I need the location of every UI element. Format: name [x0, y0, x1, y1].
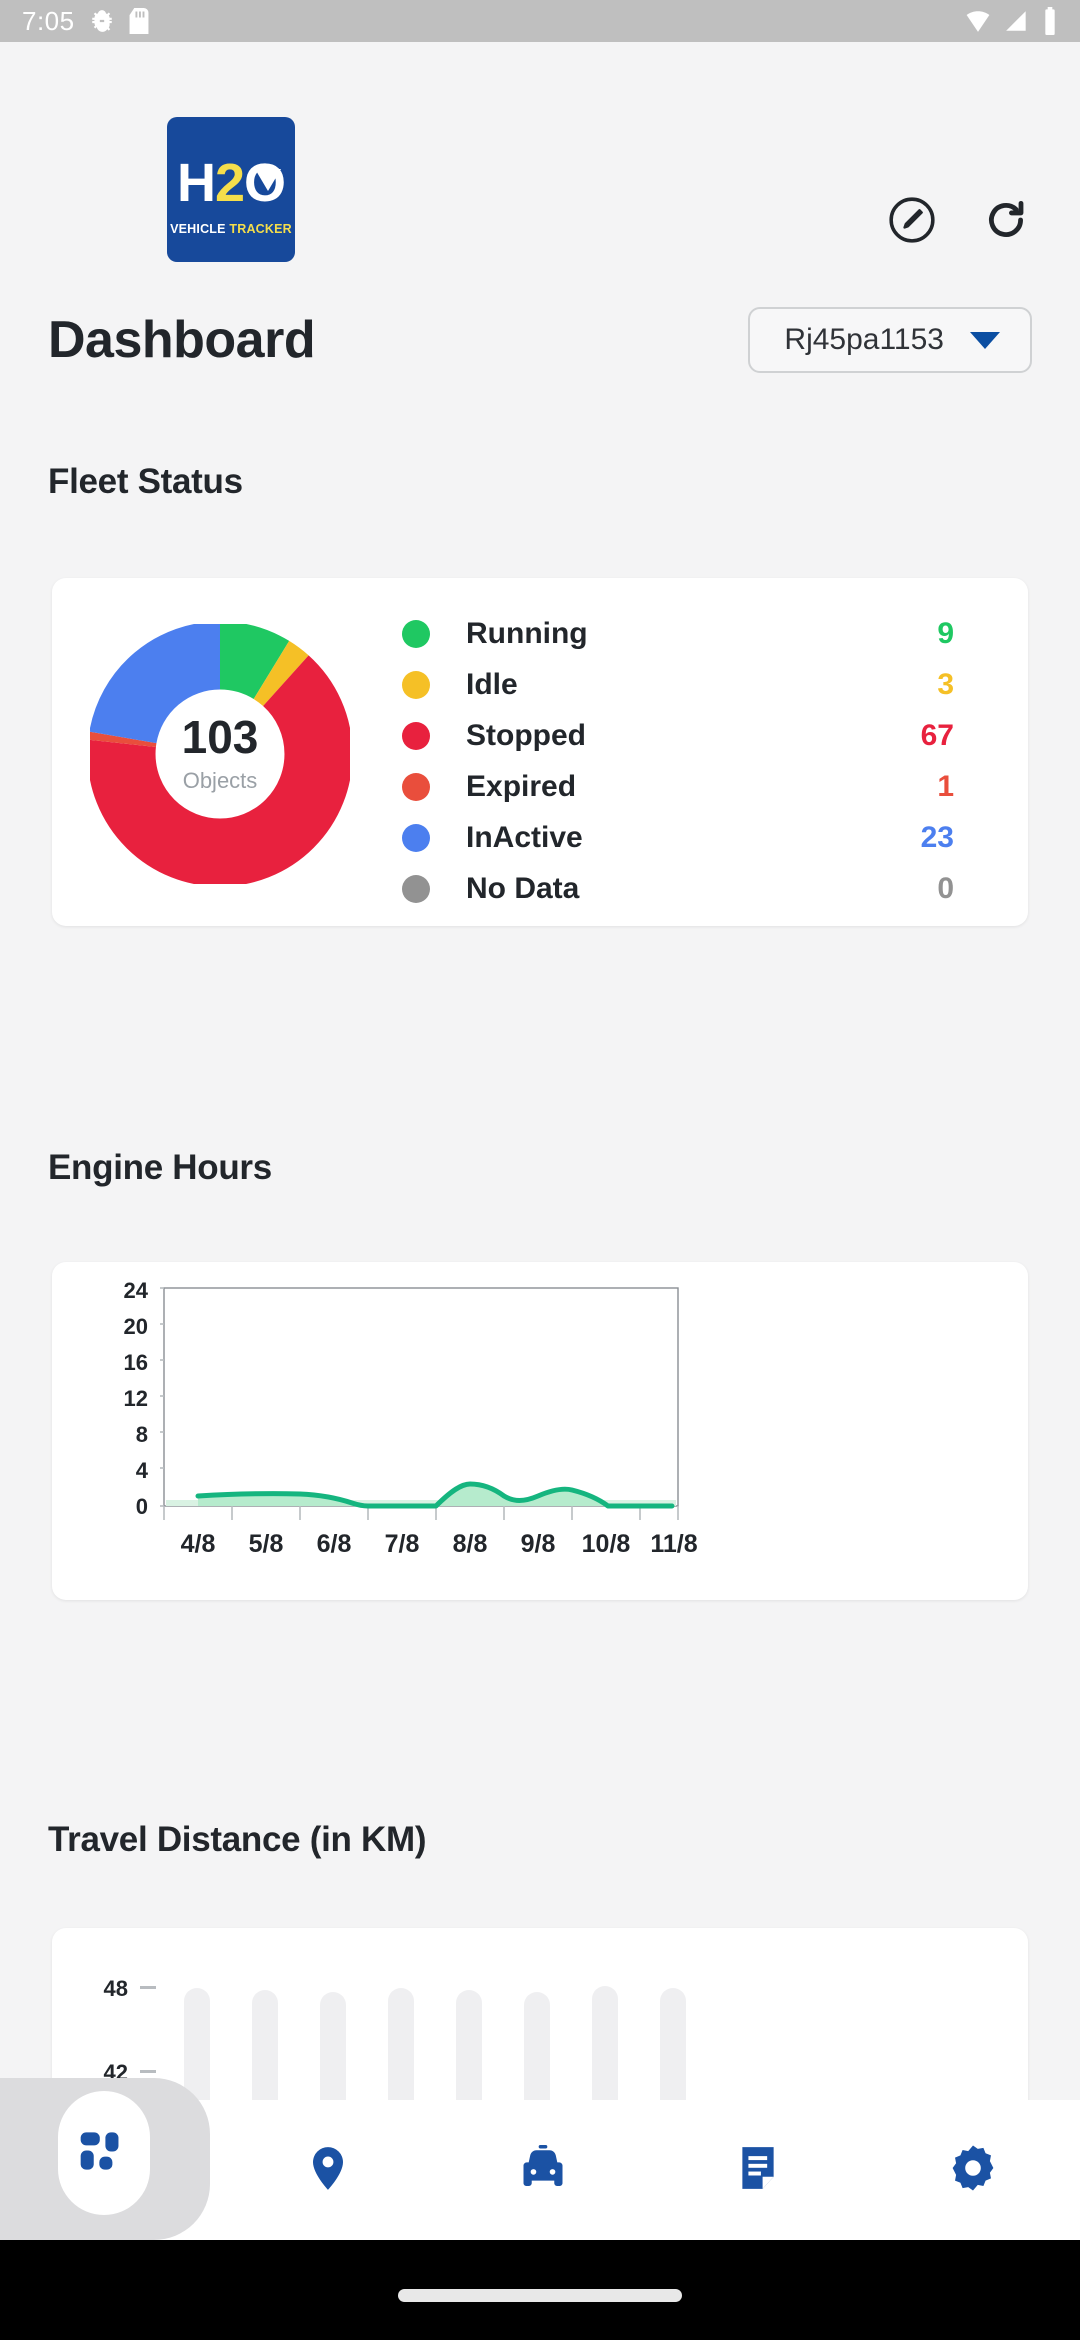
bottom-nav-item-reports[interactable] — [650, 2100, 865, 2240]
travel-tick-mark-42 — [140, 2070, 156, 2073]
status-dot-idle — [402, 670, 430, 699]
bottom-nav-item-settings[interactable] — [865, 2100, 1080, 2240]
bottom-nav-item-vehicles[interactable] — [435, 2100, 650, 2240]
logo-tagline: VEHICLE TRACKER — [167, 222, 295, 236]
legend-value-running: 9 — [937, 616, 954, 650]
settings-gear-icon — [947, 2142, 999, 2199]
fleet-status-card: 103 Objects Running 9 Idle 3 Stopped 67 — [52, 578, 1028, 926]
legend-label-no-data: No Data — [466, 871, 580, 905]
legend-label-idle: Idle — [466, 667, 518, 701]
sd-card-icon — [129, 8, 149, 34]
signal-icon — [1004, 8, 1030, 34]
h2o-vehicle-tracker-logo: H2O VEHICLE TRACKER — [167, 117, 295, 262]
header-actions — [886, 194, 1032, 246]
phone-screen: 7:05 H2O VEHICLE TRACKER Dashboard Rj45p… — [0, 0, 1080, 2340]
fleet-status-legend: Running 9 Idle 3 Stopped 67 Expired 1 In… — [402, 608, 1002, 914]
travel-tick-mark-48 — [140, 1986, 156, 1989]
status-dot-expired — [402, 772, 430, 801]
logo-letter-2: 2 — [214, 153, 245, 213]
vehicle-selector-dropdown[interactable]: Rj45pa1153 — [748, 307, 1032, 373]
section-title-fleet-status: Fleet Status — [48, 462, 243, 501]
legend-value-idle: 3 — [937, 667, 954, 701]
legend-label-expired: Expired — [466, 769, 577, 803]
engine-xtick-11-8: 11/8 — [650, 1530, 698, 1558]
legend-row-expired[interactable]: Expired 1 — [402, 761, 1002, 812]
legend-value-stopped: 67 — [920, 718, 954, 752]
legend-row-idle[interactable]: Idle 3 — [402, 659, 1002, 710]
donut-slice-inactive — [87, 621, 353, 887]
vehicle-selector-value: Rj45pa1153 — [784, 323, 944, 356]
legend-value-expired: 1 — [937, 769, 954, 803]
legend-row-stopped[interactable]: Stopped 67 — [402, 710, 1002, 761]
legend-row-running[interactable]: Running 9 — [402, 608, 1002, 659]
status-dot-inactive — [402, 823, 430, 852]
logo-map-pin-icon — [255, 169, 281, 191]
report-document-icon — [733, 2143, 783, 2198]
legend-label-inactive: InActive — [466, 820, 583, 854]
battery-icon — [1042, 7, 1058, 35]
travel-ytick-48: 48 — [103, 1976, 128, 2001]
bottom-nav-items — [220, 2100, 1080, 2240]
fleet-status-donut-chart: 103 Objects — [87, 621, 353, 887]
legend-value-no-data: 0 — [937, 871, 954, 905]
wifi-icon — [964, 8, 992, 34]
engine-hours-card: 24 20 16 12 8 4 0 4/8 5/8 6/8 7/8 8/8 9/… — [52, 1262, 1028, 1600]
page-title-row: Dashboard Rj45pa1153 — [0, 300, 1080, 380]
status-bar-left: 7:05 — [22, 6, 149, 37]
status-bar-clock: 7:05 — [22, 5, 75, 36]
app-header: H2O VEHICLE TRACKER — [0, 42, 1080, 272]
bottom-nav-item-dashboard[interactable] — [58, 2091, 150, 2215]
legend-value-inactive: 23 — [920, 820, 954, 854]
legend-label-stopped: Stopped — [466, 718, 586, 752]
car-icon — [517, 2142, 569, 2199]
edit-pencil-circle-icon[interactable] — [886, 194, 938, 246]
bottom-nav-item-map[interactable] — [220, 2100, 435, 2240]
page-title: Dashboard — [48, 311, 316, 369]
legend-row-no-data[interactable]: No Data 0 — [402, 863, 1002, 914]
system-gesture-area — [0, 2240, 1080, 2340]
chevron-down-icon — [970, 331, 1000, 349]
status-bar: 7:05 — [0, 0, 1080, 42]
logo-tagline-tracker: TRACKER — [229, 222, 292, 236]
logo-tagline-vehicle: VEHICLE — [170, 222, 226, 236]
section-title-engine-hours: Engine Hours — [48, 1148, 272, 1187]
legend-row-inactive[interactable]: InActive 23 — [402, 812, 1002, 863]
refresh-icon[interactable] — [980, 194, 1032, 246]
home-gesture-bar[interactable] — [398, 2289, 682, 2302]
status-dot-no-data — [402, 874, 430, 903]
logo-letter-h: H — [176, 153, 216, 213]
location-pin-icon — [303, 2143, 353, 2198]
status-dot-running — [402, 619, 430, 648]
engine-hours-chart: 24 20 16 12 8 4 0 4/8 5/8 6/8 7/8 8/8 9/… — [52, 1262, 1028, 1600]
dashboard-grid-icon — [76, 2123, 132, 2184]
bug-icon — [89, 8, 115, 34]
status-bar-right — [964, 7, 1058, 35]
donut-svg — [87, 621, 353, 887]
section-title-travel-distance: Travel Distance (in KM) — [48, 1820, 427, 1859]
status-dot-stopped — [402, 721, 430, 750]
legend-label-running: Running — [466, 616, 588, 650]
